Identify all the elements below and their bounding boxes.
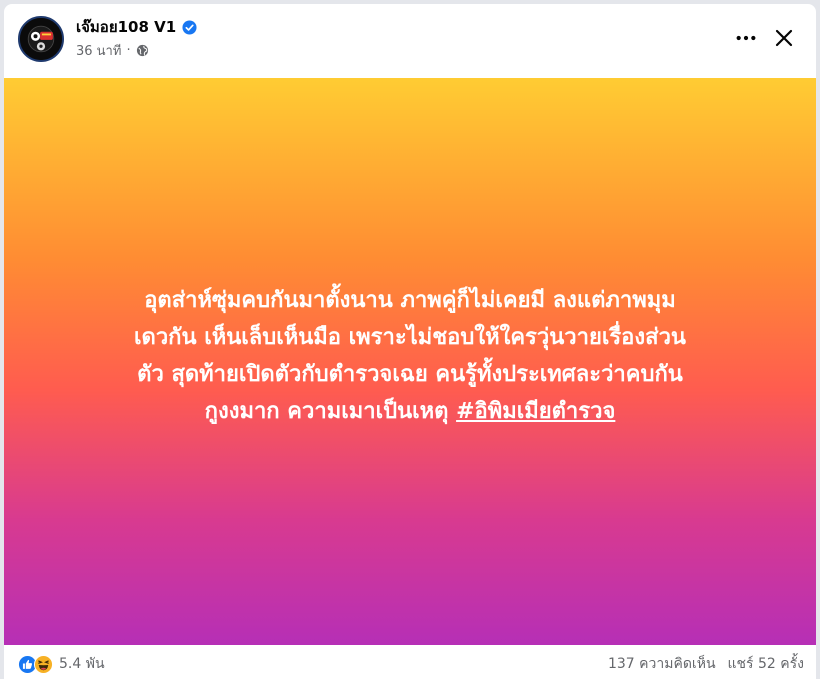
post-text-line: อุตส่าห์ซุ่มคบกันมาตั้งนาน ภาพคู่ก็ไม่เค…	[144, 287, 676, 313]
hashtag-link[interactable]: #อิพิมเมียตำรวจ	[456, 399, 615, 424]
post-card: เจ๊มอย108 V1 36 นาที · อุตส่าห์ซุ่มคบกัน…	[4, 4, 816, 679]
reaction-summary[interactable]: 5.4 พัน	[18, 654, 105, 674]
post-meta: 36 นาที ·	[76, 41, 149, 59]
post-stats: 137 ความคิดเห็น แชร์ 52 ครั้ง	[608, 654, 804, 674]
post-text-line: กูงงมาก ความเมาเป็นเหตุ	[204, 398, 457, 424]
post-text-line: เดวกัน เห็นเล็บเห็นมือ เพราะไม่ชอบให้ใคร…	[134, 324, 686, 350]
more-options-icon[interactable]	[732, 26, 760, 50]
globe-icon[interactable]	[136, 44, 149, 57]
page-avatar[interactable]	[18, 16, 64, 62]
verified-badge-icon	[182, 19, 197, 35]
haha-icon	[34, 654, 53, 674]
page-name-row: เจ๊มอย108 V1	[76, 16, 197, 38]
close-icon[interactable]	[770, 24, 798, 52]
share-count-link[interactable]: แชร์ 52 ครั้ง	[728, 653, 804, 675]
post-text-line-last: กูงงมาก ความเมาเป็นเหตุ #อิพิมเมียตำรวจ	[30, 393, 790, 430]
reaction-count: 5.4 พัน	[59, 656, 105, 672]
gradient-text-post: อุตส่าห์ซุ่มคบกันมาตั้งนาน ภาพคู่ก็ไม่เค…	[4, 78, 816, 645]
page-name[interactable]: เจ๊มอย108 V1	[76, 15, 176, 39]
post-footer: 5.4 พัน 137 ความคิดเห็น แชร์ 52 ครั้ง	[4, 645, 816, 679]
post-timestamp[interactable]: 36 นาที	[76, 40, 121, 61]
post-header: เจ๊มอย108 V1 36 นาที ·	[4, 4, 816, 78]
comment-count-link[interactable]: 137 ความคิดเห็น	[608, 653, 716, 675]
avatar-image	[20, 18, 62, 60]
meta-separator: ·	[126, 42, 131, 58]
post-text-line: ตัว สุดท้ายเปิดตัวกับตำรวจเฉย คนรู้ทั้งป…	[137, 361, 683, 387]
post-text: อุตส่าห์ซุ่มคบกันมาตั้งนาน ภาพคู่ก็ไม่เค…	[30, 282, 790, 430]
